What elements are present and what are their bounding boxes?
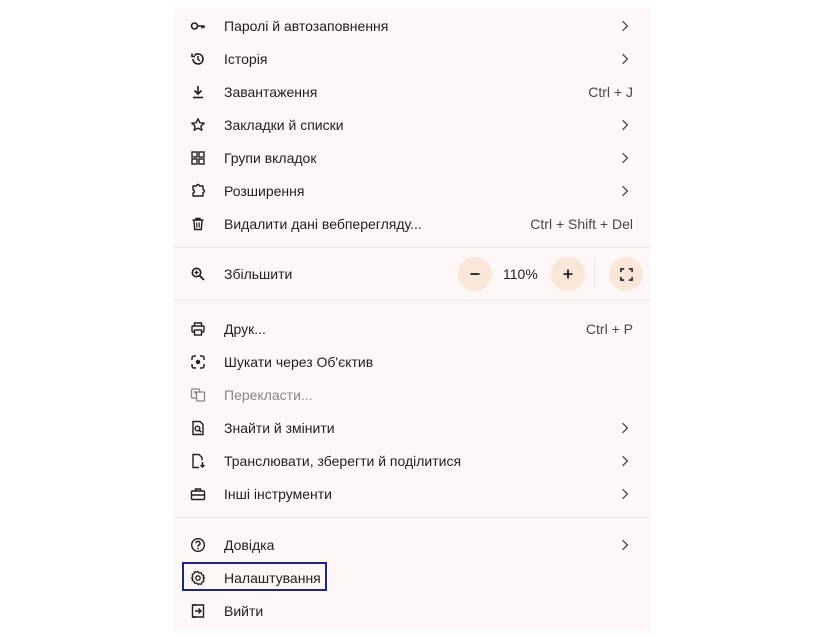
- menu-item-label: Завантаження: [224, 83, 318, 100]
- menu-item-label: Шукати через Об'єктив: [224, 353, 374, 370]
- menu-item-search-with-lens[interactable]: Шукати через Об'єктив: [174, 345, 650, 378]
- shortcut-label: Ctrl + P: [585, 320, 633, 337]
- menu-item-settings[interactable]: Налаштування: [174, 561, 650, 594]
- menu-item-bookmarks[interactable]: Закладки й списки: [174, 108, 650, 141]
- cast-save-icon: [190, 453, 206, 469]
- history-icon: [190, 51, 206, 67]
- menu-item-clear-browsing-data[interactable]: Видалити дані веб­перегляду... Ctrl + Sh…: [174, 207, 650, 240]
- menu-item-label: Розширення: [224, 182, 305, 199]
- toolbox-icon: [190, 486, 206, 502]
- menu-item-label: Транслювати, зберегти й поділитися: [224, 452, 462, 469]
- menu-item-history[interactable]: Історія: [174, 42, 650, 75]
- trash-icon: [190, 216, 206, 232]
- settings-icon: [190, 570, 206, 586]
- download-icon: [190, 84, 206, 100]
- exit-icon: [190, 603, 206, 619]
- zoom-label: Збільшити: [224, 266, 293, 282]
- menu-item-downloads[interactable]: Завантаження Ctrl + J: [174, 75, 650, 108]
- menu-item-label: Вийти: [224, 602, 264, 619]
- chevron-right-icon: [620, 538, 630, 552]
- zoom-separator: [594, 259, 595, 289]
- chevron-right-icon: [620, 19, 630, 33]
- chevron-right-icon: [620, 184, 630, 198]
- puzzle-icon: [190, 183, 206, 199]
- zoom-icon: [190, 266, 206, 282]
- menu-item-label: Налаштування: [224, 569, 321, 586]
- menu-item-translate: Перекласти...: [174, 378, 650, 411]
- divider: [174, 517, 650, 518]
- menu-item-extensions[interactable]: Розширення: [174, 174, 650, 207]
- menu-item-label: Довідка: [224, 536, 275, 553]
- shortcut-label: Ctrl + J: [588, 83, 633, 100]
- lens-icon: [190, 354, 206, 370]
- chevron-right-icon: [620, 118, 630, 132]
- star-icon: [190, 117, 206, 133]
- menu-item-find-and-edit[interactable]: Знайти й змінити: [174, 411, 650, 444]
- chevron-right-icon: [620, 151, 630, 165]
- shortcut-label: Ctrl + Shift + Del: [530, 215, 633, 232]
- chevron-right-icon: [620, 487, 630, 501]
- zoom-level: 110%: [503, 266, 538, 282]
- help-icon: [190, 537, 206, 553]
- zoom-in-button[interactable]: [551, 257, 585, 291]
- chevron-right-icon: [620, 52, 630, 66]
- menu-item-label: Закладки й списки: [224, 116, 344, 133]
- chevron-right-icon: [620, 421, 630, 435]
- find-icon: [190, 420, 206, 436]
- chrome-main-menu: Паролі й автозаповнення Історія Завантаж…: [174, 8, 650, 630]
- menu-item-more-tools[interactable]: Інші інструменти: [174, 477, 650, 510]
- menu-item-label: Друк...: [224, 320, 266, 337]
- zoom-out-button[interactable]: [458, 257, 492, 291]
- menu-item-label: Знайти й змінити: [224, 419, 335, 436]
- menu-item-zoom: Збільшити 110%: [174, 257, 650, 291]
- translate-icon: [190, 387, 206, 403]
- menu-item-label: Групи вкладок: [224, 149, 317, 166]
- menu-item-label: Видалити дані веб­перегляду...: [224, 215, 422, 232]
- print-icon: [190, 321, 206, 337]
- fullscreen-button[interactable]: [609, 257, 643, 291]
- tab-groups-icon: [190, 150, 206, 166]
- chevron-right-icon: [620, 454, 630, 468]
- menu-item-label: Інші інструменти: [224, 485, 332, 502]
- menu-item-label: Історія: [224, 50, 268, 67]
- menu-item-print[interactable]: Друк... Ctrl + P: [174, 312, 650, 345]
- menu-item-help[interactable]: Довідка: [174, 528, 650, 561]
- menu-item-passwords[interactable]: Паролі й автозаповнення: [174, 9, 650, 42]
- key-icon: [190, 18, 206, 34]
- menu-item-label: Перекласти...: [224, 386, 313, 403]
- divider: [174, 247, 650, 248]
- divider: [174, 300, 650, 301]
- menu-item-label: Паролі й автозаповнення: [224, 17, 389, 34]
- menu-item-tab-groups[interactable]: Групи вкладок: [174, 141, 650, 174]
- menu-item-exit[interactable]: Вийти: [174, 594, 650, 627]
- menu-item-cast-save-share[interactable]: Транслювати, зберегти й поділитися: [174, 444, 650, 477]
